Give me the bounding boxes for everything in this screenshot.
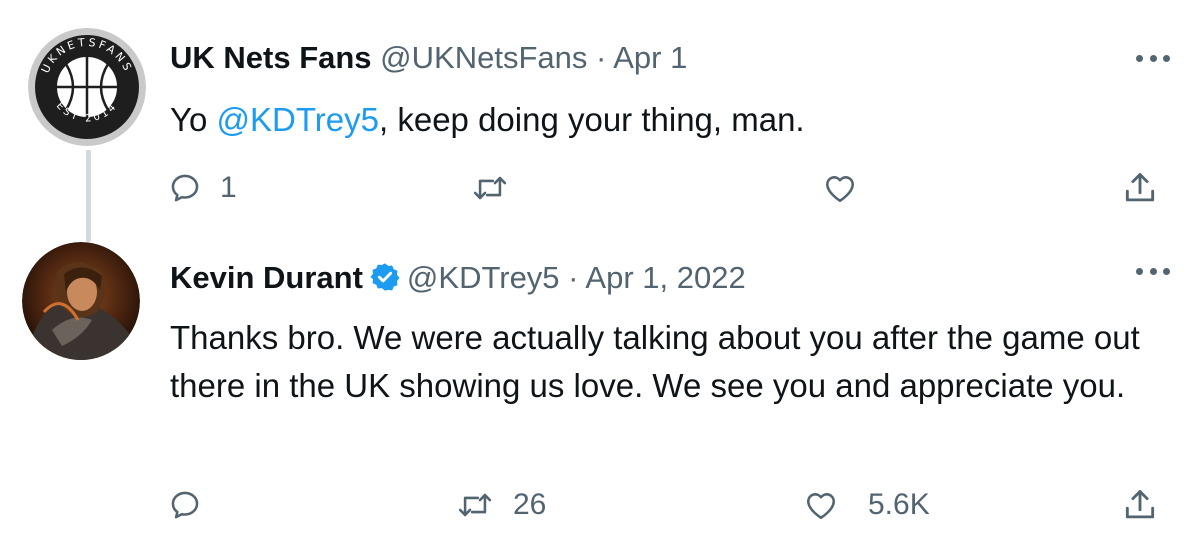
reply-button[interactable] [168, 480, 220, 530]
tweet-uknetsfans[interactable]: UKNETSFANS EST 2014 UK Nets Fans @UKNets… [0, 0, 1200, 240]
tweet-date[interactable]: Apr 1, 2022 [585, 260, 745, 295]
like-icon [825, 176, 855, 203]
share-icon [1125, 173, 1155, 202]
share-button[interactable] [1121, 480, 1159, 530]
tweet-kdtrey5[interactable]: Kevin Durant @KDTrey5 · Apr 1, 2022 Than… [0, 240, 1200, 553]
reply-count: 1 [220, 171, 237, 204]
reply-button[interactable]: 1 [168, 163, 237, 213]
thread-connector-line [86, 150, 91, 242]
tweet-text: Thanks bro. We were actually talking abo… [170, 319, 1140, 404]
tweet-header: Kevin Durant @KDTrey5 · Apr 1, 2022 [170, 260, 746, 296]
retweet-icon [473, 176, 507, 200]
retweet-count: 26 [513, 488, 547, 521]
tweet-text: Yo @KDTrey5, keep doing your thing, man. [170, 96, 1170, 144]
reply-icon [171, 491, 199, 519]
user-handle[interactable]: @UKNetsFans [380, 40, 587, 75]
tweet-actions: 26 5.6K [0, 480, 1200, 530]
more-icon[interactable] [1136, 265, 1170, 277]
like-button[interactable]: 5.6K [802, 480, 930, 530]
share-button[interactable] [1121, 163, 1159, 213]
retweet-button[interactable]: 26 [455, 480, 546, 530]
mention-link[interactable]: @KDTrey5 [217, 101, 379, 138]
retweet-icon [458, 493, 492, 517]
tweet-header: UK Nets Fans @UKNetsFans · Apr 1 [170, 40, 687, 76]
avatar-kdtrey5[interactable] [22, 242, 140, 360]
display-name[interactable]: UK Nets Fans [170, 40, 372, 75]
basketball-logo-icon: UKNETSFANS EST 2014 [28, 28, 146, 146]
animated-character-photo-icon [22, 242, 140, 360]
display-name[interactable]: Kevin Durant [170, 260, 363, 295]
tweet-text-suffix: , keep doing your thing, man. [379, 101, 805, 138]
more-icon[interactable] [1136, 52, 1170, 64]
reply-icon [171, 174, 199, 202]
separator-dot: · [568, 260, 579, 295]
share-icon [1125, 490, 1155, 519]
retweet-button[interactable] [470, 163, 528, 213]
verified-badge-icon [370, 263, 400, 291]
tweet-actions: 1 [0, 163, 1200, 213]
like-button[interactable] [821, 163, 877, 213]
like-icon [806, 493, 836, 520]
like-count: 5.6K [868, 488, 930, 521]
tweet-date[interactable]: Apr 1 [613, 40, 687, 75]
avatar-uknetsfans[interactable]: UKNETSFANS EST 2014 [28, 28, 146, 146]
separator-dot: · [596, 40, 607, 75]
user-handle[interactable]: @KDTrey5 [407, 260, 560, 295]
tweet-text-prefix: Yo [170, 101, 217, 138]
